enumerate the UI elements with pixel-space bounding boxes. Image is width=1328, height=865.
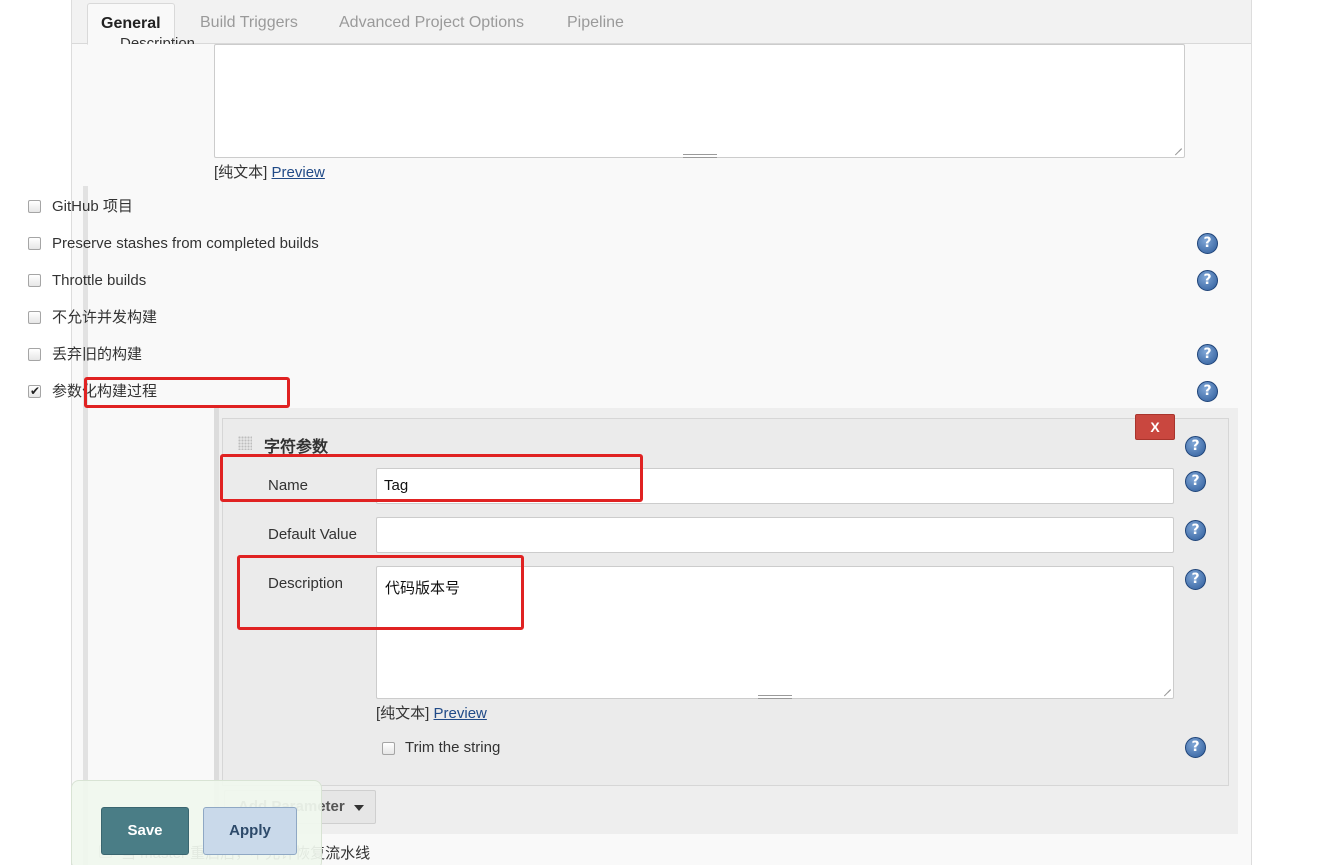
disable-concurrent-checkbox[interactable] xyxy=(28,311,41,324)
discard-old-builds-checkbox[interactable] xyxy=(28,348,41,361)
help-icon[interactable]: ? xyxy=(1185,737,1206,758)
help-icon[interactable]: ? xyxy=(1197,344,1218,365)
resize-grip[interactable] xyxy=(682,154,717,158)
parameter-type-title: 字符参数 xyxy=(264,439,329,456)
parameterized-build-checkbox[interactable] xyxy=(28,381,41,401)
param-description-textarea[interactable]: 代码版本号 xyxy=(376,566,1174,699)
option-label: Preserve stashes from completed builds xyxy=(52,235,319,252)
caret-down-icon xyxy=(354,805,364,811)
tab-pipeline[interactable]: Pipeline xyxy=(554,3,637,45)
help-icon[interactable]: ? xyxy=(1197,270,1218,291)
save-button[interactable]: Save xyxy=(101,807,189,855)
delete-parameter-button[interactable]: X xyxy=(1135,414,1175,440)
name-input[interactable]: Tag xyxy=(376,468,1174,504)
option-label: Throttle builds xyxy=(52,272,147,289)
plain-text-label: [纯文本] xyxy=(376,705,430,722)
preview-link[interactable]: Preview xyxy=(434,705,487,722)
help-icon[interactable]: ? xyxy=(1185,471,1206,492)
drag-handle-icon[interactable] xyxy=(238,436,252,450)
param-description-text: 代码版本号 xyxy=(385,580,461,597)
description-label: Description xyxy=(120,35,196,44)
option-label: 不允许并发构建 xyxy=(52,309,158,326)
help-icon[interactable]: ? xyxy=(1197,381,1218,402)
trim-string-checkbox[interactable] xyxy=(382,742,395,755)
resize-corner-icon[interactable] xyxy=(1175,142,1182,149)
throttle-builds-checkbox[interactable] xyxy=(28,274,41,287)
help-icon[interactable]: ? xyxy=(1197,233,1218,254)
option-label: 丢弃旧的构建 xyxy=(52,346,143,363)
tab-bar: General Build Triggers Advanced Project … xyxy=(72,0,1251,45)
apply-button[interactable]: Apply xyxy=(203,807,297,855)
help-icon[interactable]: ? xyxy=(1185,569,1206,590)
help-icon[interactable]: ? xyxy=(1185,520,1206,541)
default-value-label: Default Value xyxy=(268,526,357,543)
trim-string-label: Trim the string xyxy=(405,739,501,756)
option-label: GitHub 项目 xyxy=(52,198,133,215)
help-icon[interactable]: ? xyxy=(1185,436,1206,457)
name-label: Name xyxy=(268,477,309,494)
resize-corner-icon[interactable] xyxy=(1164,683,1171,690)
description-format-row: [纯文本] Preview xyxy=(214,161,325,182)
tab-build-triggers[interactable]: Build Triggers xyxy=(187,3,311,45)
option-label: 参数化构建过程 xyxy=(52,383,158,400)
preserve-stashes-checkbox[interactable] xyxy=(28,237,41,250)
resize-grip[interactable] xyxy=(758,695,792,699)
default-value-input[interactable] xyxy=(376,517,1174,553)
param-format-row: [纯文本] Preview xyxy=(376,702,487,723)
github-project-checkbox[interactable] xyxy=(28,200,41,213)
tab-advanced-project-options[interactable]: Advanced Project Options xyxy=(326,3,537,45)
plain-text-label: [纯文本] xyxy=(214,164,268,181)
preview-link[interactable]: Preview xyxy=(272,164,325,181)
description-textarea[interactable] xyxy=(214,44,1185,158)
param-description-label: Description xyxy=(268,575,344,592)
